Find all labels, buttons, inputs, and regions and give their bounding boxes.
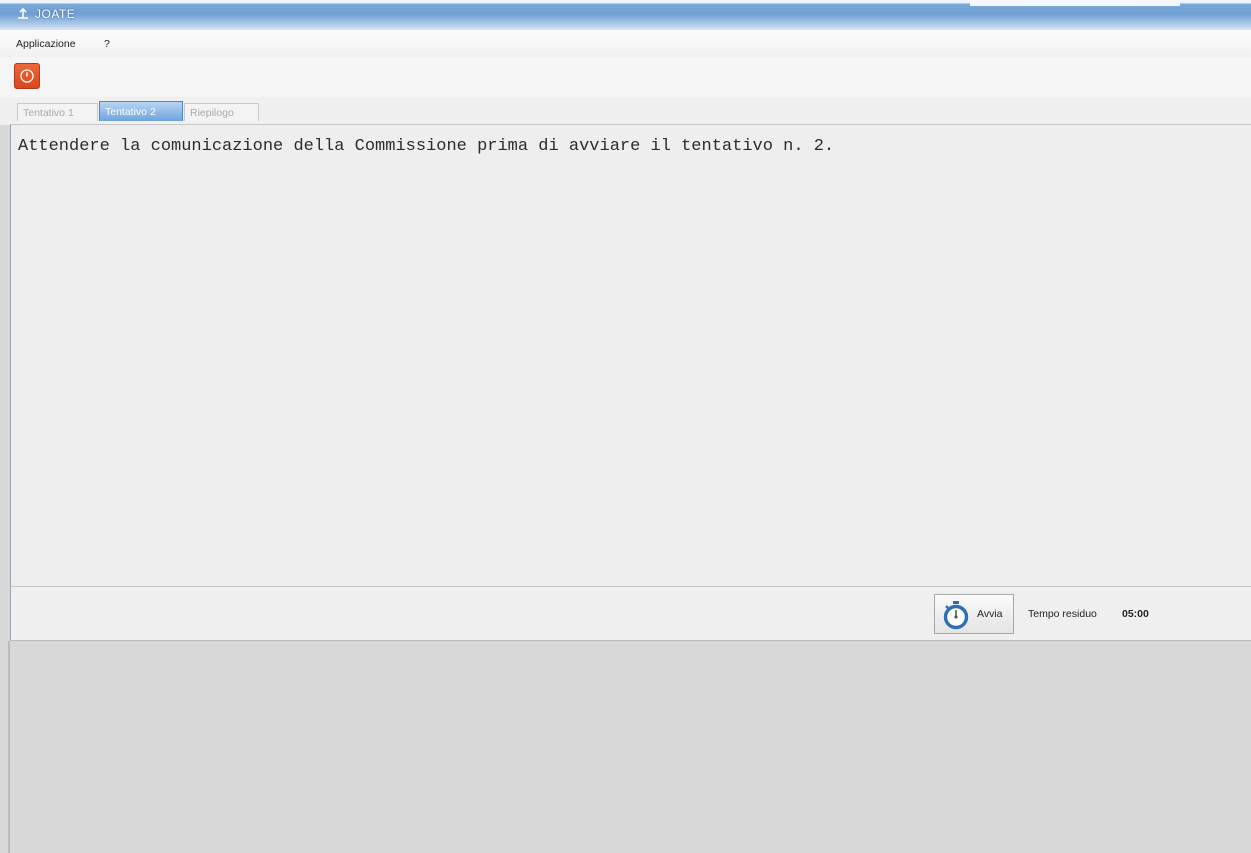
tab-strip: Tentativo 1 Tentativo 2 Riepilogo xyxy=(0,97,1251,125)
exit-button[interactable] xyxy=(14,63,40,89)
window-title: JOATE xyxy=(35,7,76,21)
menu-applicazione[interactable]: Applicazione xyxy=(16,38,76,50)
title-bar[interactable]: JOATE xyxy=(0,0,1251,30)
tab-tentativo-1[interactable]: Tentativo 1 xyxy=(17,103,98,121)
remaining-time-value: 05:00 xyxy=(1122,608,1149,620)
title-bar-highlight xyxy=(970,0,1180,6)
instruction-message: Attendere la comunicazione della Commiss… xyxy=(18,137,835,156)
menu-help[interactable]: ? xyxy=(104,38,110,50)
remaining-time-label: Tempo residuo xyxy=(1028,608,1097,620)
tab-riepilogo[interactable]: Riepilogo xyxy=(184,103,259,121)
message-panel: Attendere la comunicazione della Commiss… xyxy=(10,124,1251,586)
app-icon xyxy=(18,7,28,19)
power-icon xyxy=(20,69,34,83)
start-button-label: Avvia xyxy=(977,608,1003,620)
window-left-edge xyxy=(8,641,10,853)
toolbar xyxy=(0,57,1251,97)
status-bar: Avvia Tempo residuo 05:00 xyxy=(10,586,1251,641)
start-button[interactable]: Avvia xyxy=(934,594,1014,634)
tab-tentativo-2[interactable]: Tentativo 2 xyxy=(99,101,183,121)
stopwatch-icon xyxy=(943,601,969,630)
menu-bar: Applicazione ? xyxy=(0,30,1251,57)
